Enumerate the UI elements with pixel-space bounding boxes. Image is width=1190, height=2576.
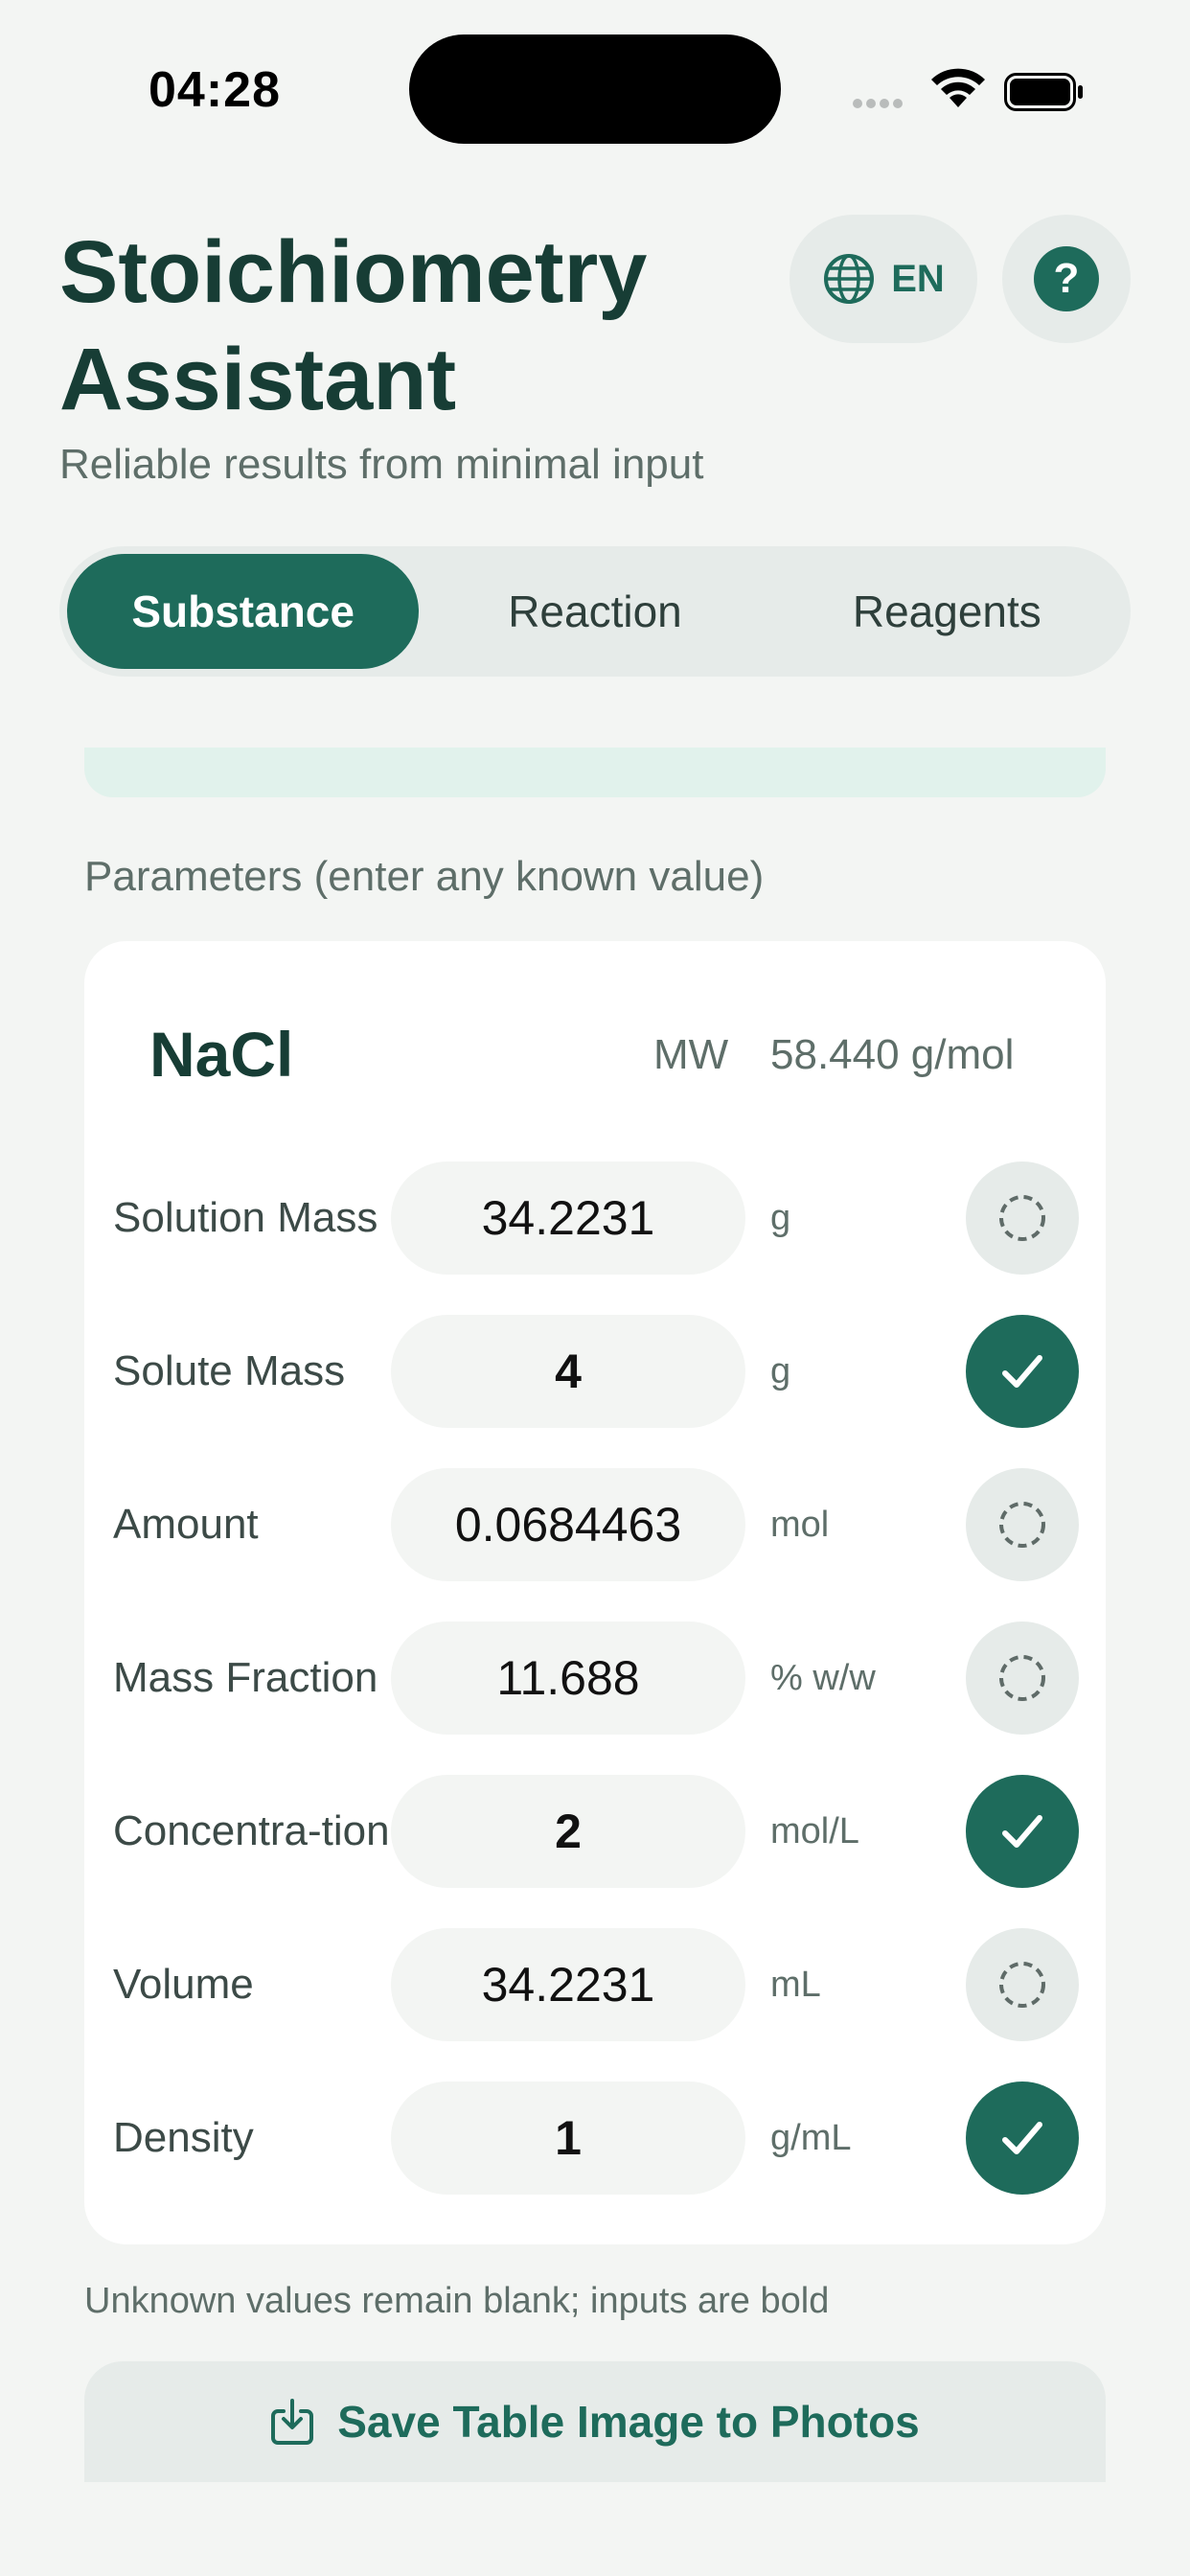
param-row-density: Density 1 g/mL <box>84 2082 1106 2195</box>
param-label: Amount <box>113 1501 259 1548</box>
param-row-mass-fraction: Mass Fraction 11.688 % w/w <box>84 1622 1106 1735</box>
param-label: Volume <box>113 1961 254 2008</box>
param-unit: mol/L <box>770 1810 859 1852</box>
battery-icon <box>1004 73 1083 111</box>
param-row-concentration: Concentra-tion 2 mol/L <box>84 1775 1106 1888</box>
molecular-weight-value: 58.440 g/mol <box>770 1031 1015 1078</box>
param-row-amount: Amount 0.0684463 mol <box>84 1468 1106 1581</box>
compound-formula: NaCl <box>149 1019 294 1090</box>
known-toggle[interactable] <box>966 1622 1079 1735</box>
footnote: Unknown values remain blank; inputs are … <box>84 2281 830 2321</box>
param-unit: mol <box>770 1504 830 1545</box>
molecular-weight-label: MW <box>653 1031 729 1078</box>
save-table-button[interactable]: Save Table Image to Photos <box>84 2361 1106 2482</box>
known-toggle[interactable] <box>966 1315 1079 1428</box>
param-label: Solution Mass <box>113 1194 378 1241</box>
dashed-circle-icon <box>999 1195 1045 1241</box>
known-toggle[interactable] <box>966 2082 1079 2195</box>
param-row-solution-mass: Solution Mass 34.2231 g <box>84 1162 1106 1275</box>
density-input[interactable]: 1 <box>391 2082 745 2195</box>
checkmark-icon <box>1002 1355 1042 1388</box>
globe-icon <box>824 254 875 304</box>
param-row-volume: Volume 34.2231 mL <box>84 1928 1106 2041</box>
download-icon <box>271 2399 314 2445</box>
status-time: 04:28 <box>149 62 281 118</box>
result-banner-bottom <box>84 748 1106 797</box>
known-toggle[interactable] <box>966 1468 1079 1581</box>
param-unit: g <box>770 1350 791 1392</box>
known-toggle[interactable] <box>966 1928 1079 2041</box>
screen: 04:28 Stoichiometry Assistant Reliable r… <box>0 0 1190 2576</box>
checkmark-icon <box>1002 2122 1042 2154</box>
language-button[interactable]: EN <box>790 215 977 343</box>
param-unit: % w/w <box>770 1657 876 1698</box>
parameters-card: NaCl MW 58.440 g/mol Solution Mass 34.22… <box>84 941 1106 2244</box>
dashed-circle-icon <box>999 1655 1045 1701</box>
tab-substance[interactable]: Substance <box>67 554 420 669</box>
segmented-tabs: Substance Reaction Reagents <box>59 546 1131 677</box>
cellular-signal-icon <box>853 96 912 111</box>
volume-input[interactable]: 34.2231 <box>391 1928 745 2041</box>
param-row-solute-mass: Solute Mass 4 g <box>84 1315 1106 1428</box>
param-unit: g/mL <box>770 2117 852 2158</box>
dashed-circle-icon <box>999 1962 1045 2008</box>
tab-reaction[interactable]: Reaction <box>419 554 770 669</box>
dashed-circle-icon <box>999 1502 1045 1548</box>
solute-mass-input[interactable]: 4 <box>391 1315 745 1428</box>
help-button[interactable]: ? <box>1002 215 1131 343</box>
param-unit: mL <box>770 1964 821 2005</box>
param-label: Concentra-tion <box>113 1807 390 1854</box>
save-button-label: Save Table Image to Photos <box>337 2397 920 2447</box>
param-unit: g <box>770 1197 791 1238</box>
param-label: Density <box>113 2114 254 2161</box>
question-icon: ? <box>1034 246 1099 311</box>
wifi-icon <box>931 68 985 107</box>
page-subtitle: Reliable results from minimal input <box>59 441 704 488</box>
checkmark-icon <box>1002 1815 1042 1848</box>
tab-reagents[interactable]: Reagents <box>771 554 1123 669</box>
param-label: Mass Fraction <box>113 1654 378 1701</box>
mass-fraction-input[interactable]: 11.688 <box>391 1622 745 1735</box>
param-label: Solute Mass <box>113 1347 346 1394</box>
concentration-input[interactable]: 2 <box>391 1775 745 1888</box>
amount-input[interactable]: 0.0684463 <box>391 1468 745 1581</box>
language-label: EN <box>891 257 945 300</box>
page-title: Stoichiometry Assistant <box>59 223 648 428</box>
dynamic-island <box>409 34 781 144</box>
known-toggle[interactable] <box>966 1775 1079 1888</box>
section-label: Parameters (enter any known value) <box>84 853 765 900</box>
solution-mass-input[interactable]: 34.2231 <box>391 1162 745 1275</box>
known-toggle[interactable] <box>966 1162 1079 1275</box>
